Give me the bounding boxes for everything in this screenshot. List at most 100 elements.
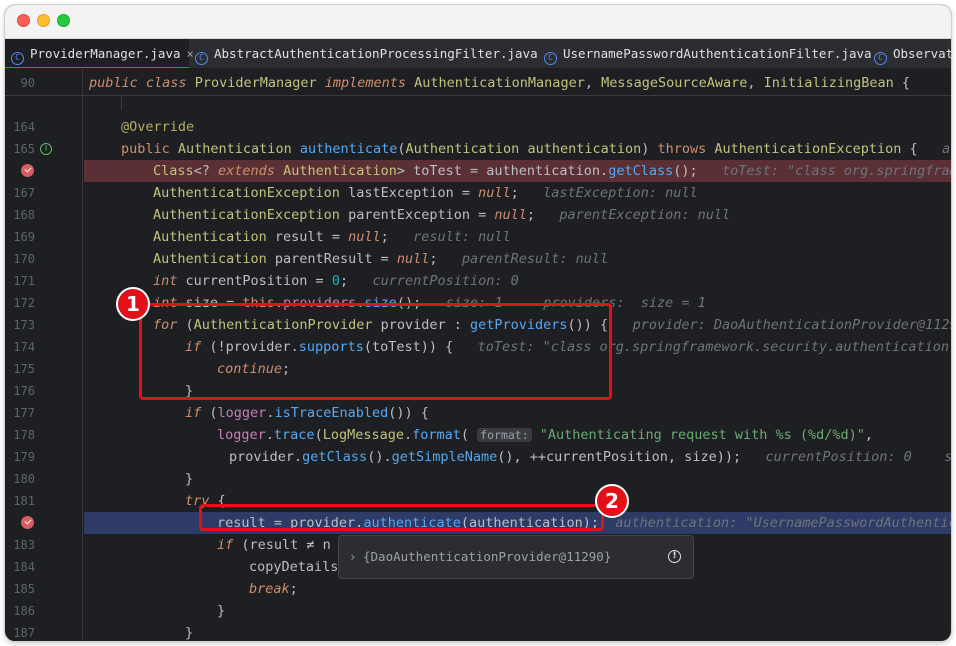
- code-token: ;: [526, 207, 560, 223]
- code-line[interactable]: 178 logger.trace(LogMessage.format( forma…: [5, 424, 951, 446]
- line-number: 180: [13, 472, 35, 486]
- code-line[interactable]: 170 Authentication parentResult = null; p…: [5, 248, 951, 270]
- code-text: }: [185, 622, 193, 641]
- code-text: provider.getClass().getSimpleName(), ++c…: [229, 446, 951, 468]
- code-token: (result ≠ n: [241, 537, 331, 553]
- code-token: logger: [217, 427, 266, 443]
- info-icon[interactable]: !: [668, 550, 681, 563]
- breakpoint-icon[interactable]: [21, 516, 34, 529]
- class-icon: C: [874, 52, 887, 65]
- code-text: logger.trace(LogMessage.format( format: …: [217, 424, 873, 446]
- code-token: AuthenticationManager: [414, 75, 585, 91]
- code-line[interactable]: 171 int currentPosition = 0; currentPosit…: [5, 270, 951, 292]
- code-token: if: [217, 537, 242, 553]
- minimize-window-button[interactable]: [37, 14, 50, 27]
- code-token: AuthenticationException: [714, 141, 910, 157]
- code-line[interactable]: 177 if (logger.isTraceEnabled()) {: [5, 402, 951, 424]
- annotation-badge-2: 2: [595, 484, 629, 518]
- code-line[interactable]: 179 provider.getClass().getSimpleName(), …: [5, 446, 951, 468]
- code-token: (: [314, 427, 323, 443]
- code-token: parentException =: [348, 207, 495, 223]
- line-number: 179: [13, 450, 35, 464]
- code-token: .: [265, 427, 274, 443]
- sticky-separator: [5, 95, 951, 96]
- tab-0[interactable]: C ProviderManager.java ×: [5, 39, 194, 68]
- code-token: InitializingBean: [763, 75, 902, 91]
- code-line[interactable]: Class<? extends Authentication> toTest =…: [5, 160, 951, 182]
- breakpoint-icon[interactable]: [21, 164, 34, 177]
- code-token: provider.: [229, 449, 303, 465]
- line-number: 164: [13, 120, 35, 134]
- code-token: throws: [657, 141, 715, 157]
- code-token: format: [412, 427, 461, 443]
- code-line[interactable]: 168 AuthenticationException parentExcepti…: [5, 204, 951, 226]
- code-token: Authentication: [405, 141, 528, 157]
- tab-1[interactable]: C AbstractAuthenticationProcessingFilter.…: [189, 39, 538, 68]
- code-line[interactable]: 167 AuthenticationException lastException…: [5, 182, 951, 204]
- code-token: Class: [153, 163, 194, 179]
- title-bar: [5, 5, 951, 39]
- code-token: getClass: [302, 449, 368, 465]
- code-token: 0: [331, 273, 340, 289]
- maximize-window-button[interactable]: [57, 14, 70, 27]
- code-text: Authentication result = null; result: nu…: [153, 226, 511, 248]
- annotation-badge-1: 1: [116, 287, 150, 321]
- code-token: trace: [273, 427, 315, 443]
- code-text: Class<? extends Authentication> toTest =…: [153, 160, 951, 182]
- code-token: {: [901, 75, 910, 91]
- code-line[interactable]: 185 break;: [5, 578, 951, 600]
- code-line[interactable]: 165 Ipublic Authentication authenticate(A…: [5, 138, 951, 160]
- code-token: authentication: [527, 141, 642, 157]
- code-line[interactable]: 164 @Override: [5, 116, 951, 138]
- inline-debug-hint: result: null: [413, 229, 511, 245]
- code-token: ;: [339, 273, 373, 289]
- inline-debug-hint: authentication: "UsernamePasswordAuthent…: [615, 515, 951, 531]
- code-token: getSimpleName: [391, 449, 498, 465]
- code-token: AuthenticationException: [153, 207, 349, 223]
- code-token: LogMessage: [322, 427, 404, 443]
- expand-chevron-icon[interactable]: ›: [349, 536, 357, 578]
- indent-guide: [121, 96, 122, 110]
- tab-3[interactable]: C Observati: [868, 39, 951, 68]
- inline-debug-hint: format:: [477, 428, 532, 442]
- code-token: copyDetails: [249, 559, 339, 575]
- implements-method-icon[interactable]: I: [40, 143, 52, 155]
- code-text: }: [185, 468, 193, 490]
- debug-value-popup[interactable]: › {DaoAuthenticationProvider@11290} !: [338, 535, 694, 579]
- code-token: ;: [510, 185, 544, 201]
- line-number: 185: [13, 582, 35, 596]
- code-text: if (result ≠ n: [217, 534, 331, 556]
- code-line[interactable]: 187}: [5, 622, 951, 641]
- code-line[interactable]: 180}: [5, 468, 951, 490]
- annotation-box-for-loop: [139, 303, 612, 400]
- code-line[interactable]: 169 Authentication result = null; result:…: [5, 226, 951, 248]
- code-token: currentPosition =: [185, 273, 332, 289]
- code-token: ;: [289, 581, 298, 597]
- code-line[interactable]: 186}: [5, 600, 951, 622]
- inline-debug-hint: toTest: "class org.springframew: [722, 163, 951, 179]
- code-token: class: [145, 75, 195, 91]
- inline-debug-hint: currentPosition: 0 siz: [765, 449, 951, 465]
- line-number: 173: [13, 318, 35, 332]
- code-token: Authentication: [283, 163, 397, 179]
- code-token: null: [478, 185, 511, 201]
- sticky-class-header[interactable]: 90 public class ProviderManager implement…: [5, 72, 951, 94]
- code-token: public: [89, 75, 146, 91]
- code-token: (: [209, 405, 218, 421]
- code-token: implements: [324, 75, 415, 91]
- line-number: 90: [20, 76, 35, 90]
- close-window-button[interactable]: [17, 14, 30, 27]
- code-text: int currentPosition = 0; currentPosition…: [153, 270, 519, 292]
- tab-2[interactable]: C UsernamePasswordAuthenticationFilter.ja…: [538, 39, 872, 68]
- code-token: Authentication: [153, 251, 275, 267]
- code-token: null: [494, 207, 527, 223]
- code-token: lastException =: [348, 185, 479, 201]
- code-token: ;: [380, 229, 414, 245]
- code-token: ,: [747, 75, 764, 91]
- abstract-class-icon: C: [195, 52, 208, 65]
- code-text: }: [217, 600, 225, 622]
- code-text: break;: [249, 578, 298, 600]
- code-token: ().: [367, 449, 392, 465]
- code-token: }: [185, 471, 194, 487]
